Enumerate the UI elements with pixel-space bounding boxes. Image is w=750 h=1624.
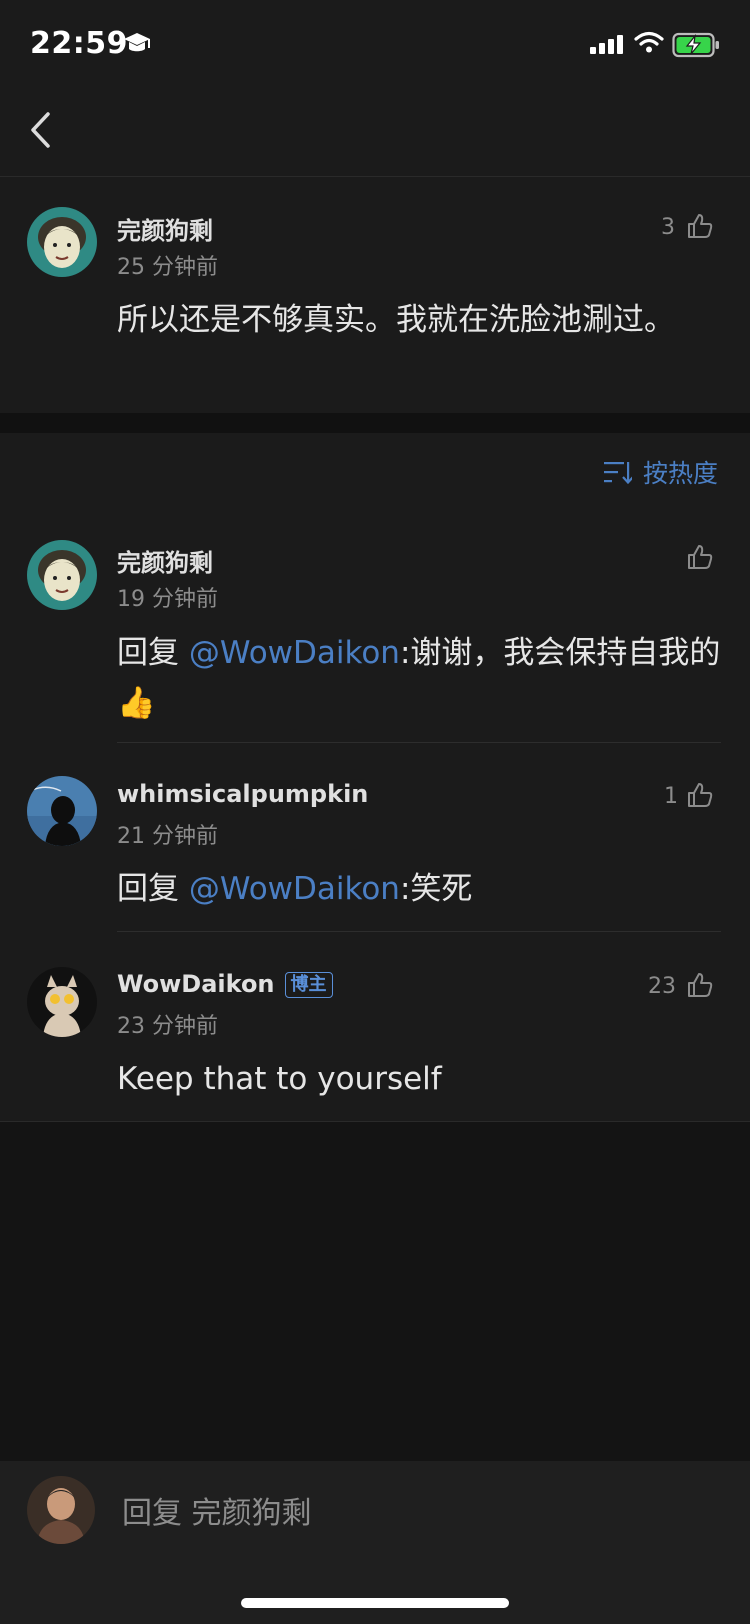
battery-charging-icon — [672, 32, 719, 58]
sort-button[interactable]: 按热度 — [643, 454, 718, 490]
chevron-left-icon[interactable] — [28, 110, 52, 150]
reply-body: :笑死 — [399, 871, 473, 907]
comment-time: 25 分钟前 — [117, 255, 218, 280]
replies-panel — [0, 433, 750, 1122]
home-indicator[interactable] — [241, 1598, 509, 1608]
reply-username[interactable]: 完颜狗剩 — [117, 543, 213, 578]
divider — [117, 742, 721, 743]
thumbs-up-emoji: 👍 — [117, 685, 156, 721]
reply-input[interactable]: 回复 完颜狗剩 — [122, 1488, 312, 1532]
avatar[interactable] — [27, 540, 97, 610]
reply-prefix: 回复 — [117, 635, 189, 671]
avatar[interactable] — [27, 776, 97, 846]
reply-text: 回复 @WowDaikon:笑死 — [117, 864, 727, 914]
reply-time: 19 分钟前 — [117, 587, 218, 612]
status-time: 22:59 — [30, 26, 128, 61]
reply-prefix: 回复 — [117, 871, 189, 907]
signal-icon — [590, 35, 623, 54]
reply-username[interactable]: whimsicalpumpkin — [117, 780, 368, 808]
author-badge: 博主 — [284, 972, 333, 998]
thumbs-up-icon[interactable] — [686, 971, 714, 999]
mention-link[interactable]: @WowDaikon — [189, 635, 400, 671]
wifi-icon — [634, 31, 664, 53]
comment-username[interactable]: 完颜狗剩 — [117, 211, 213, 246]
reply-text: 回复 @WowDaikon:谢谢，我会保持自我的 👍 — [117, 628, 727, 728]
comment-text: 所以还是不够真实。我就在洗脸池涮过。 — [117, 302, 675, 338]
graduation-cap-icon — [124, 33, 150, 52]
reply-time: 21 分钟前 — [117, 824, 218, 849]
divider — [117, 931, 721, 932]
mention-link[interactable]: @WowDaikon — [189, 871, 400, 907]
like-count: 1 — [664, 784, 678, 809]
thumbs-up-icon[interactable] — [686, 543, 714, 571]
like-count: 23 — [648, 974, 676, 999]
avatar[interactable] — [27, 967, 97, 1037]
sort-lines-icon — [604, 462, 632, 484]
reply-username: WowDaikon 博主 — [117, 970, 333, 998]
section-divider — [0, 413, 750, 433]
reply-body: :谢谢，我会保持自我的 — [399, 635, 721, 671]
reply-time: 23 分钟前 — [117, 1014, 218, 1039]
blogger-username[interactable]: WowDaikon — [117, 970, 275, 998]
thumbs-up-icon[interactable] — [686, 212, 714, 240]
thumbs-up-icon[interactable] — [686, 781, 714, 809]
my-avatar — [27, 1476, 95, 1544]
avatar[interactable] — [27, 207, 97, 277]
reply-text: Keep that to yourself — [117, 1061, 442, 1097]
like-count: 3 — [661, 215, 675, 240]
